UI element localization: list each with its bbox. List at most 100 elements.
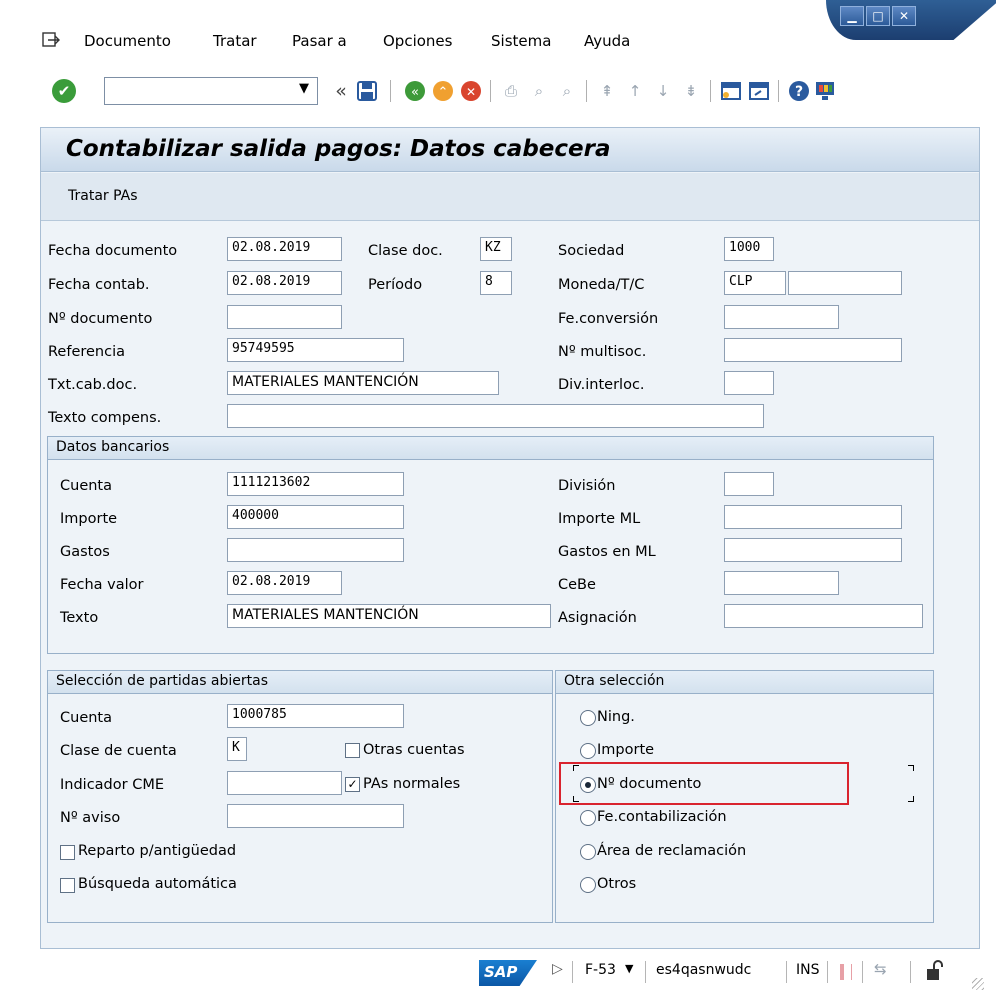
radio-fe-contabilizacion-label: Fe.contabilización <box>597 809 727 825</box>
busqueda-checkbox[interactable] <box>60 878 75 893</box>
radio-fe-contabilizacion[interactable] <box>580 810 596 826</box>
importe-ml-field[interactable] <box>724 505 902 529</box>
tratar-pas-button[interactable]: Tratar PAs <box>68 188 138 204</box>
bank-cuenta-field[interactable]: 1111213602 <box>227 472 404 496</box>
fecha-valor-label: Fecha valor <box>60 577 144 593</box>
radio-otros-label: Otros <box>597 876 637 892</box>
cancel-icon[interactable]: ✕ <box>460 80 482 102</box>
minimize-icon[interactable]: ▁ <box>840 6 864 26</box>
save-icon[interactable] <box>356 80 378 102</box>
cebe-field[interactable] <box>724 571 839 595</box>
clase-doc-field[interactable]: KZ <box>480 237 512 261</box>
otras-cuentas-checkbox[interactable] <box>345 743 360 758</box>
sociedad-label: Sociedad <box>558 243 625 259</box>
n-documento-label: Nº documento <box>48 311 153 327</box>
menu-opciones[interactable]: Opciones <box>383 32 452 50</box>
fe-conversion-label: Fe.conversión <box>558 311 659 327</box>
radio-area-reclamacion[interactable] <box>580 844 596 860</box>
history-back-icon[interactable]: « <box>330 80 352 102</box>
status-separator <box>827 961 828 983</box>
fecha-documento-label: Fecha documento <box>48 243 178 259</box>
texto-field[interactable]: MATERIALES MANTENCIÓN <box>227 604 551 628</box>
n-aviso-field[interactable] <box>227 804 404 828</box>
fecha-documento-field[interactable]: 02.08.2019 <box>227 237 342 261</box>
n-documento-field[interactable] <box>227 305 342 329</box>
menu-sistema[interactable]: Sistema <box>491 32 551 50</box>
referencia-label: Referencia <box>48 344 126 360</box>
bank-cuenta-label: Cuenta <box>60 478 112 494</box>
sap-logo-text: SAP <box>484 963 518 981</box>
close-icon[interactable]: ✕ <box>892 6 916 26</box>
radio-otros[interactable] <box>580 877 596 893</box>
moneda-field[interactable]: CLP <box>724 271 786 295</box>
fecha-contab-field[interactable]: 02.08.2019 <box>227 271 342 295</box>
command-field[interactable]: ▼ <box>104 77 318 105</box>
enter-icon[interactable]: ✔ <box>52 79 76 103</box>
div-interloc-field[interactable] <box>724 371 774 395</box>
menu-tratar[interactable]: Tratar <box>213 32 257 50</box>
first-page-icon: ⇞ <box>600 82 614 100</box>
maximize-icon[interactable]: □ <box>866 6 890 26</box>
cebe-label: CeBe <box>558 577 596 593</box>
play-icon[interactable]: ▷ <box>552 961 563 977</box>
focus-marker <box>908 765 914 771</box>
reparto-checkbox[interactable] <box>60 845 75 860</box>
unlock-icon <box>926 960 944 982</box>
gastos-ml-field[interactable] <box>724 538 902 562</box>
menu-pasar-a[interactable]: Pasar a <box>292 32 347 50</box>
otra-seleccion-title: Otra selección <box>556 671 933 694</box>
importe-label: Importe <box>60 511 118 527</box>
back-icon[interactable]: « <box>404 80 426 102</box>
sociedad-field[interactable]: 1000 <box>724 237 774 261</box>
svg-text:«: « <box>411 85 419 100</box>
find-icon: ⌕ <box>534 82 544 100</box>
gastos-field[interactable] <box>227 538 404 562</box>
importe-field[interactable]: 400000 <box>227 505 404 529</box>
shortcut-icon[interactable] <box>748 80 770 102</box>
txt-cab-doc-field[interactable]: MATERIALES MANTENCIÓN <box>227 371 499 395</box>
otras-cuentas-label: Otras cuentas <box>363 742 465 758</box>
division-field[interactable] <box>724 472 774 496</box>
radio-importe[interactable] <box>580 743 596 759</box>
page-title: Contabilizar salida pagos: Datos cabecer… <box>66 136 611 162</box>
chevron-down-icon[interactable]: ▼ <box>299 81 309 96</box>
radio-ning-label: Ning. <box>597 709 635 725</box>
highlight-box <box>559 762 849 805</box>
asignacion-field[interactable] <box>724 604 923 628</box>
status-separator <box>910 961 911 983</box>
periodo-field[interactable]: 8 <box>480 271 512 295</box>
exit-menu-icon[interactable] <box>42 32 60 48</box>
menu-ayuda[interactable]: Ayuda <box>584 32 630 50</box>
svg-text:✕: ✕ <box>466 85 476 99</box>
open-cuenta-field[interactable]: 1000785 <box>227 704 404 728</box>
status-separator <box>862 961 863 983</box>
radio-ning[interactable] <box>580 710 596 726</box>
toolbar-separator <box>586 80 587 102</box>
tipo-cambio-field[interactable] <box>788 271 902 295</box>
n-multisoc-field[interactable] <box>724 338 902 362</box>
customize-layout-icon[interactable] <box>814 80 836 102</box>
busqueda-label: Búsqueda automática <box>78 876 237 892</box>
fecha-valor-field[interactable]: 02.08.2019 <box>227 571 342 595</box>
svg-text:⌃: ⌃ <box>438 85 449 100</box>
indicador-cme-field[interactable] <box>227 771 342 795</box>
status-indicator-icon <box>840 964 852 980</box>
n-multisoc-label: Nº multisoc. <box>558 344 647 360</box>
fe-conversion-field[interactable] <box>724 305 839 329</box>
menu-documento[interactable]: Documento <box>84 32 171 50</box>
fecha-contab-label: Fecha contab. <box>48 277 150 293</box>
focus-marker <box>908 796 914 802</box>
exit-icon[interactable]: ⌃ <box>432 80 454 102</box>
radio-importe-label: Importe <box>597 742 655 758</box>
texto-compens-field[interactable] <box>227 404 764 428</box>
overwrite-icon: ⇆ <box>874 960 887 978</box>
chevron-down-icon[interactable]: ▼ <box>625 962 633 975</box>
help-icon[interactable]: ? <box>788 80 810 102</box>
n-aviso-label: Nº aviso <box>60 810 121 826</box>
create-session-icon[interactable] <box>720 80 742 102</box>
resize-grip-icon[interactable] <box>972 978 984 990</box>
clase-cuenta-field[interactable]: K <box>227 737 247 761</box>
periodo-label: Período <box>368 277 423 293</box>
pas-normales-checkbox[interactable]: ✓ <box>345 777 360 792</box>
referencia-field[interactable]: 95749595 <box>227 338 404 362</box>
